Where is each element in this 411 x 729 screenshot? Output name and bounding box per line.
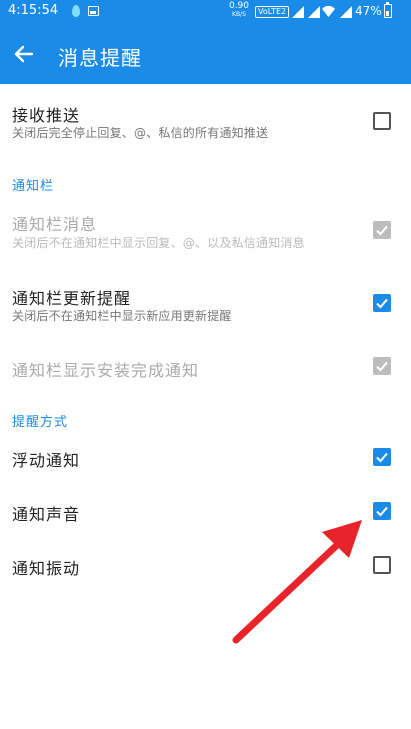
section-header-notification-bar: 通知栏 <box>12 179 55 194</box>
setting-title: 通知栏更新提醒 <box>12 289 132 308</box>
setting-subtitle: 关闭后不在通知栏中显示回复、@、以及私信通知消息 <box>12 236 305 250</box>
bar-update-checkbox[interactable] <box>373 294 391 312</box>
notify-sound-checkbox[interactable] <box>373 502 391 520</box>
network-speed-unit: KB/S <box>232 11 246 18</box>
setting-bar-message: 通知栏消息 关闭后不在通知栏中显示回复、@、以及私信通知消息 <box>0 200 411 260</box>
drop-icon <box>72 5 80 17</box>
network-speed: 0.90 KB/S <box>228 2 250 19</box>
section-header-reminder-mode: 提醒方式 <box>12 415 69 430</box>
status-time: 4:15:54 <box>8 3 59 18</box>
setting-receive-push[interactable]: 接收推送 关闭后完全停止回复、@、私信的所有通知推送 <box>0 90 411 160</box>
signal-icon <box>308 6 320 18</box>
check-icon <box>376 452 388 463</box>
notify-vibrate-checkbox[interactable] <box>373 556 391 574</box>
setting-subtitle: 关闭后完全停止回复、@、私信的所有通知推送 <box>12 126 269 140</box>
setting-float-notify[interactable]: 浮动通知 <box>0 435 411 480</box>
setting-bar-update[interactable]: 通知栏更新提醒 关闭后不在通知栏中显示新应用更新提醒 <box>0 275 411 335</box>
receive-push-checkbox[interactable] <box>373 112 391 130</box>
network-speed-value: 0.90 <box>228 1 250 11</box>
setting-title: 通知声音 <box>12 505 81 524</box>
battery-percent: 47% <box>355 4 382 18</box>
page-title: 消息提醒 <box>58 46 142 70</box>
status-notification-icons <box>72 5 99 17</box>
setting-notify-vibrate[interactable]: 通知振动 <box>0 543 411 588</box>
wifi-icon <box>322 5 335 18</box>
arrow-left-icon[interactable] <box>10 40 38 68</box>
check-icon <box>376 225 388 236</box>
image-icon <box>88 6 99 16</box>
setting-title: 浮动通知 <box>12 451 81 470</box>
battery-icon <box>384 2 392 18</box>
status-bar: 4:15:54 0.90 KB/S VoLTE2 47% <box>0 0 411 24</box>
signal-icon <box>340 6 352 18</box>
setting-title: 通知栏显示安装完成通知 <box>12 361 200 380</box>
screen: 4:15:54 0.90 KB/S VoLTE2 47% 消息提醒 接收推送 关… <box>0 0 411 729</box>
setting-title: 接收推送 <box>12 106 81 125</box>
bar-install-checkbox <box>373 357 391 375</box>
check-icon <box>376 361 388 372</box>
setting-title: 通知振动 <box>12 559 81 578</box>
app-bar: 消息提醒 <box>0 24 411 84</box>
volte-badge: VoLTE2 <box>255 6 290 18</box>
check-icon <box>376 506 388 517</box>
bar-message-checkbox <box>373 221 391 239</box>
float-notify-checkbox[interactable] <box>373 448 391 466</box>
setting-subtitle: 关闭后不在通知栏中显示新应用更新提醒 <box>12 309 232 323</box>
setting-title: 通知栏消息 <box>12 215 98 234</box>
check-icon <box>376 298 388 309</box>
setting-notify-sound[interactable]: 通知声音 <box>0 489 411 534</box>
signal-icon <box>292 6 304 18</box>
setting-bar-install: 通知栏显示安装完成通知 <box>0 345 411 390</box>
